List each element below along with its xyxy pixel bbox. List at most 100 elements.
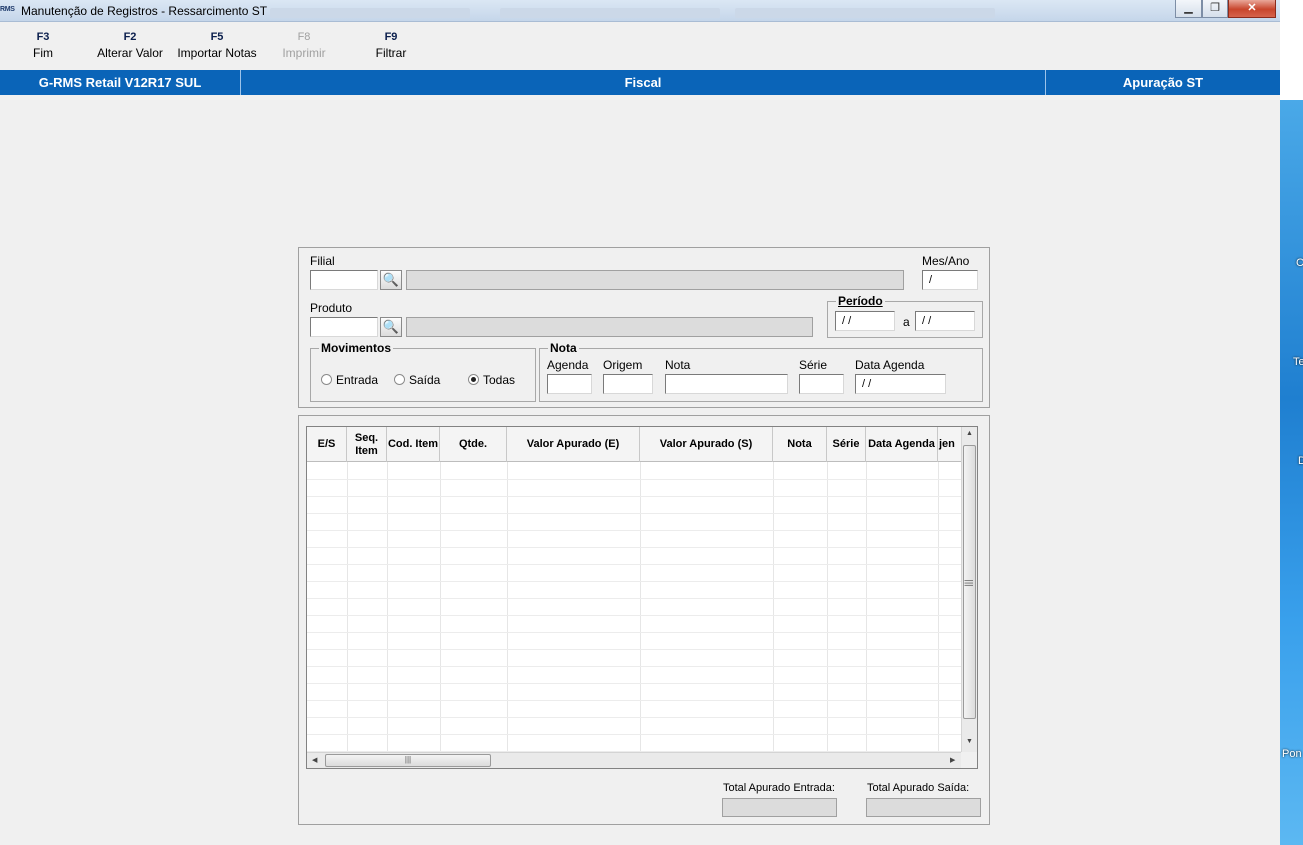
imprimir-button[interactable]: F8 Imprimir bbox=[274, 31, 334, 60]
scroll-down-icon[interactable]: ▼ bbox=[966, 738, 973, 745]
grid-row-line bbox=[307, 683, 963, 684]
maximize-button[interactable]: ❐ bbox=[1202, 0, 1228, 18]
grid-row-line bbox=[307, 632, 963, 633]
grid-column-line bbox=[440, 462, 441, 753]
column-header-es[interactable]: E/S bbox=[307, 427, 347, 462]
origem-label: Origem bbox=[603, 358, 643, 372]
grid-column-line bbox=[827, 462, 828, 753]
radio-entrada[interactable]: Entrada bbox=[321, 373, 378, 387]
window-title: Manutenção de Registros - Ressarcimento … bbox=[21, 4, 268, 18]
vertical-scrollbar[interactable]: ▲ ||| ▼ bbox=[961, 427, 977, 753]
filial-input[interactable] bbox=[310, 270, 378, 290]
grid-row-line bbox=[307, 717, 963, 718]
periodo-to-input[interactable]: / / bbox=[915, 311, 975, 331]
radio-saida[interactable]: Saída bbox=[394, 373, 440, 387]
horizontal-scrollbar[interactable]: ◀ ||| ▶ bbox=[307, 752, 963, 768]
importar-notas-button[interactable]: F5 Importar Notas bbox=[173, 31, 261, 60]
grip-icon: ||| bbox=[964, 579, 975, 587]
radio-label: Todas bbox=[483, 373, 516, 387]
grid-row-line bbox=[307, 530, 963, 531]
scroll-up-icon[interactable]: ▲ bbox=[966, 430, 973, 437]
scroll-left-icon[interactable]: ◀ bbox=[312, 756, 317, 764]
column-header-qtde[interactable]: Qtde. bbox=[440, 427, 507, 462]
app-logo: RMS bbox=[0, 6, 15, 13]
fkey-label: F8 bbox=[297, 31, 311, 43]
periodo-title: Período bbox=[836, 294, 885, 308]
grid-row-line bbox=[307, 666, 963, 667]
minimize-button[interactable]: ▁ bbox=[1175, 0, 1202, 18]
filial-label: Filial bbox=[310, 254, 335, 268]
window-titlebar[interactable]: RMS Manutenção de Registros - Ressarcime… bbox=[0, 0, 1280, 22]
background-window-ghost bbox=[500, 8, 720, 18]
vertical-scroll-thumb[interactable]: ||| bbox=[963, 445, 976, 719]
horizontal-scroll-thumb[interactable]: ||| bbox=[325, 754, 491, 767]
desktop-icon-label[interactable]: Pon bbox=[1282, 748, 1302, 760]
nota-group: Nota Agenda Origem Nota Série Data Agend… bbox=[539, 341, 983, 402]
grid-header: E/S Seq. Item Cod. Item Qtde. Valor Apur… bbox=[307, 427, 963, 462]
data-agenda-input[interactable]: / / bbox=[855, 374, 946, 394]
grid-row-line bbox=[307, 700, 963, 701]
grid-column-line bbox=[773, 462, 774, 753]
function-key-toolbar: F3 Fim F2 Alterar Valor F5 Importar Nota… bbox=[0, 22, 1280, 70]
column-header-valor-apurado-e[interactable]: Valor Apurado (E) bbox=[507, 427, 640, 462]
button-label: Imprimir bbox=[282, 46, 326, 60]
grid-column-line bbox=[866, 462, 867, 753]
scroll-right-icon[interactable]: ▶ bbox=[950, 756, 955, 764]
background-window-ghost bbox=[270, 8, 470, 18]
binoculars-icon: 🔍 bbox=[382, 319, 400, 334]
screen-name: Apuração ST bbox=[1122, 75, 1204, 90]
grip-icon: ||| bbox=[404, 755, 412, 764]
column-header-valor-apurado-s[interactable]: Valor Apurado (S) bbox=[640, 427, 773, 462]
column-header-nota[interactable]: Nota bbox=[773, 427, 827, 462]
mes-ano-input[interactable]: / bbox=[922, 270, 978, 290]
produto-label: Produto bbox=[310, 301, 353, 315]
total-saida-value bbox=[866, 798, 981, 817]
fkey-label: F2 bbox=[123, 31, 137, 43]
column-header-serie[interactable]: Série bbox=[827, 427, 866, 462]
column-header-truncated[interactable]: jen bbox=[938, 427, 963, 462]
desktop-background-top bbox=[1280, 0, 1303, 100]
filial-search-button[interactable]: 🔍 bbox=[380, 270, 402, 290]
grid-column-line bbox=[347, 462, 348, 753]
data-agenda-label: Data Agenda bbox=[855, 358, 925, 372]
column-header-seq-item[interactable]: Seq. Item bbox=[347, 427, 387, 462]
column-header-data-agenda[interactable]: Data Agenda bbox=[866, 427, 938, 462]
background-window-ghost bbox=[735, 8, 995, 18]
fim-button[interactable]: F3 Fim bbox=[18, 31, 68, 60]
radio-label: Saída bbox=[409, 373, 441, 387]
produto-description bbox=[406, 317, 813, 337]
filial-description bbox=[406, 270, 904, 290]
alterar-valor-button[interactable]: F2 Alterar Valor bbox=[94, 31, 166, 60]
serie-input[interactable] bbox=[799, 374, 844, 394]
button-label: Filtrar bbox=[375, 46, 407, 60]
grid-row-line bbox=[307, 734, 963, 735]
column-header-cod-item[interactable]: Cod. Item bbox=[387, 427, 440, 462]
origem-input[interactable] bbox=[603, 374, 653, 394]
periodo-from-input[interactable]: / / bbox=[835, 311, 895, 331]
grid-column-line bbox=[640, 462, 641, 753]
radio-dot-selected bbox=[468, 374, 479, 385]
periodo-separator: a bbox=[903, 315, 910, 329]
agenda-input[interactable] bbox=[547, 374, 592, 394]
radio-dot bbox=[321, 374, 332, 385]
apuracao-grid[interactable]: E/S Seq. Item Cod. Item Qtde. Valor Apur… bbox=[306, 426, 978, 769]
produto-search-button[interactable]: 🔍 bbox=[380, 317, 402, 337]
radio-todas[interactable]: Todas bbox=[468, 373, 515, 387]
button-label: Importar Notas bbox=[177, 46, 257, 60]
produto-input[interactable] bbox=[310, 317, 378, 337]
fkey-label: F5 bbox=[210, 31, 224, 43]
grid-row-line bbox=[307, 564, 963, 565]
desktop-background: C Te D Pon bbox=[1280, 100, 1303, 845]
desktop-icon-label[interactable]: D bbox=[1298, 455, 1303, 467]
grid-body[interactable] bbox=[307, 462, 963, 753]
scrollbar-corner bbox=[961, 752, 977, 768]
close-button[interactable]: ✕ bbox=[1228, 0, 1276, 18]
grid-row-line bbox=[307, 479, 963, 480]
nota-label: Nota bbox=[665, 358, 691, 372]
desktop-icon-label[interactable]: C bbox=[1296, 257, 1303, 269]
filtrar-button[interactable]: F9 Filtrar bbox=[366, 31, 416, 60]
grid-row-line bbox=[307, 615, 963, 616]
nota-input[interactable] bbox=[665, 374, 788, 394]
grid-row-line bbox=[307, 547, 963, 548]
desktop-icon-label[interactable]: Te bbox=[1293, 356, 1303, 368]
